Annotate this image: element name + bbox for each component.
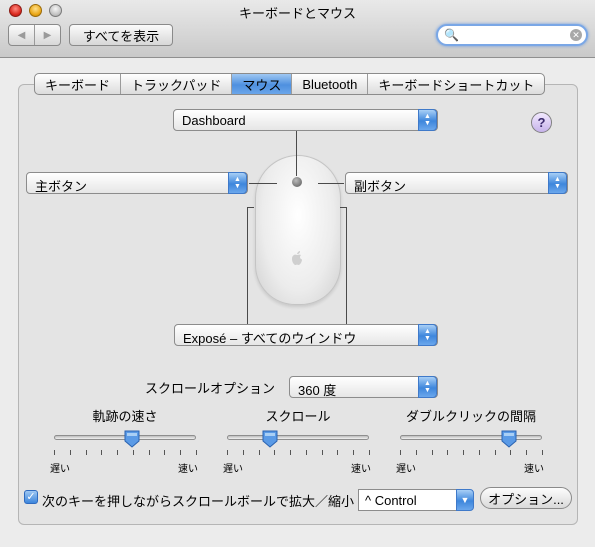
connector-line (340, 207, 347, 208)
slider-tick (478, 450, 480, 455)
slider-tick (369, 450, 370, 455)
modifier-key-value: ^ Control (365, 493, 417, 508)
slider-tick (85, 450, 87, 455)
preferences-window: キーボードとマウス ◀ ▶ すべてを表示 🔍 ✕ キーボード トラックパッド マ… (0, 0, 595, 547)
preference-tabs: キーボード トラックパッド マウス Bluetooth キーボードショートカット (34, 73, 546, 95)
apple-logo-icon (290, 250, 304, 266)
connector-line (346, 207, 347, 324)
scrollball-icon (292, 177, 302, 187)
scroll-option-popup[interactable]: 360 度 ▲ ▼ (289, 376, 438, 398)
slider-tick (242, 450, 244, 455)
modifier-key-field[interactable]: ^ Control (358, 489, 458, 511)
scrollball-button-popup[interactable]: Dashboard ▲ ▼ (173, 109, 438, 131)
slider-tick (447, 450, 449, 455)
scroll-speed-slider-thumb[interactable] (262, 430, 278, 448)
slider-tick (196, 450, 197, 455)
popup-arrows-icon: ▲ ▼ (228, 172, 247, 194)
slider-tick (117, 450, 119, 455)
double-click-speed-max-label: 速い (524, 464, 544, 475)
slider-tick (305, 450, 307, 455)
slider-tick (337, 450, 339, 455)
slider-tick (542, 450, 543, 455)
double-click-speed-label: ダブルクリックの間隔 (405, 409, 537, 424)
tab-keyboard-shortcuts[interactable]: キーボードショートカット (368, 74, 544, 94)
slider-tick (463, 450, 465, 455)
scroll-speed-label: スクロール (265, 409, 331, 424)
slider-tick (258, 450, 260, 455)
connector-line (247, 207, 254, 208)
slider-tick (510, 450, 512, 455)
popup-arrows-icon: ▲ ▼ (548, 172, 567, 194)
slider-tick (54, 450, 55, 455)
scroll-option-value: 360 度 (298, 383, 337, 398)
side-buttons-value: Exposé – すべてのウインドウ (183, 331, 357, 346)
back-button[interactable]: ◀ (9, 25, 34, 45)
double-click-speed-min-label: 遅い (396, 464, 416, 475)
options-button[interactable]: オプション... (480, 487, 572, 509)
navigation-buttons: ◀ ▶ (8, 24, 61, 46)
popup-arrows-icon: ▲ ▼ (418, 109, 437, 131)
slider-tick (494, 450, 496, 455)
scrollball-button-value: Dashboard (182, 113, 246, 128)
modifier-key-combo[interactable]: ^ Control ▼ (358, 489, 474, 511)
double-click-speed-slider-thumb[interactable] (501, 430, 517, 448)
slider-tick (400, 450, 401, 455)
forward-button[interactable]: ▶ (34, 25, 60, 45)
side-buttons-popup[interactable]: Exposé – すべてのウインドウ ▲ ▼ (174, 324, 438, 346)
scroll-speed-slider[interactable] (227, 435, 369, 440)
slider-tick (274, 450, 276, 455)
slider-tick (431, 450, 433, 455)
tracking-speed-slider-thumb[interactable] (124, 430, 140, 448)
connector-line (249, 183, 277, 184)
tab-keyboard[interactable]: キーボード (35, 74, 122, 94)
tracking-speed-label: 軌跡の速さ (92, 409, 158, 424)
slider-tick (227, 450, 228, 455)
zoom-checkbox-label: 次のキーを押しながらスクロールボールで拡大／縮小 (42, 494, 355, 509)
slider-tick (290, 450, 292, 455)
slider-tick (101, 450, 103, 455)
connector-line (247, 207, 248, 324)
tab-mouse[interactable]: マウス (232, 74, 293, 94)
zoom-checkbox[interactable]: ✓ (24, 490, 38, 504)
tab-bluetooth[interactable]: Bluetooth (292, 74, 369, 94)
help-button[interactable]: ? (531, 112, 552, 133)
show-all-button[interactable]: すべてを表示 (69, 24, 173, 46)
slider-tick (526, 450, 528, 455)
connector-line (318, 183, 344, 184)
scroll-option-label: スクロールオプション (145, 381, 276, 396)
popup-arrows-icon: ▲ ▼ (418, 376, 437, 398)
left-button-popup[interactable]: 主ボタン ▲ ▼ (26, 172, 248, 194)
search-icon: 🔍 (444, 28, 459, 42)
slider-tick (69, 450, 71, 455)
right-button-value: 副ボタン (354, 179, 407, 194)
clear-search-icon[interactable]: ✕ (570, 29, 582, 41)
popup-arrows-icon: ▲ ▼ (418, 324, 437, 346)
tab-trackpad[interactable]: トラックパッド (121, 74, 233, 94)
slider-tick (353, 450, 355, 455)
slider-tick (180, 450, 182, 455)
scroll-speed-min-label: 遅い (223, 464, 243, 475)
slider-tick (164, 450, 166, 455)
window-title: キーボードとマウス (238, 6, 356, 21)
slider-tick (321, 450, 323, 455)
connector-line (296, 131, 297, 176)
scroll-speed-max-label: 速い (351, 464, 371, 475)
tracking-speed-min-label: 遅い (50, 464, 70, 475)
chevron-down-icon[interactable]: ▼ (456, 489, 474, 511)
right-button-popup[interactable]: 副ボタン ▲ ▼ (345, 172, 568, 194)
search-field[interactable]: 🔍 ✕ (436, 24, 588, 46)
slider-tick (415, 450, 417, 455)
tracking-speed-max-label: 速い (178, 464, 198, 475)
slider-tick (148, 450, 150, 455)
title-bar: キーボードとマウス ◀ ▶ すべてを表示 🔍 ✕ (0, 0, 595, 58)
slider-tick (132, 450, 134, 455)
left-button-value: 主ボタン (35, 179, 88, 194)
double-click-speed-slider[interactable] (400, 435, 542, 440)
